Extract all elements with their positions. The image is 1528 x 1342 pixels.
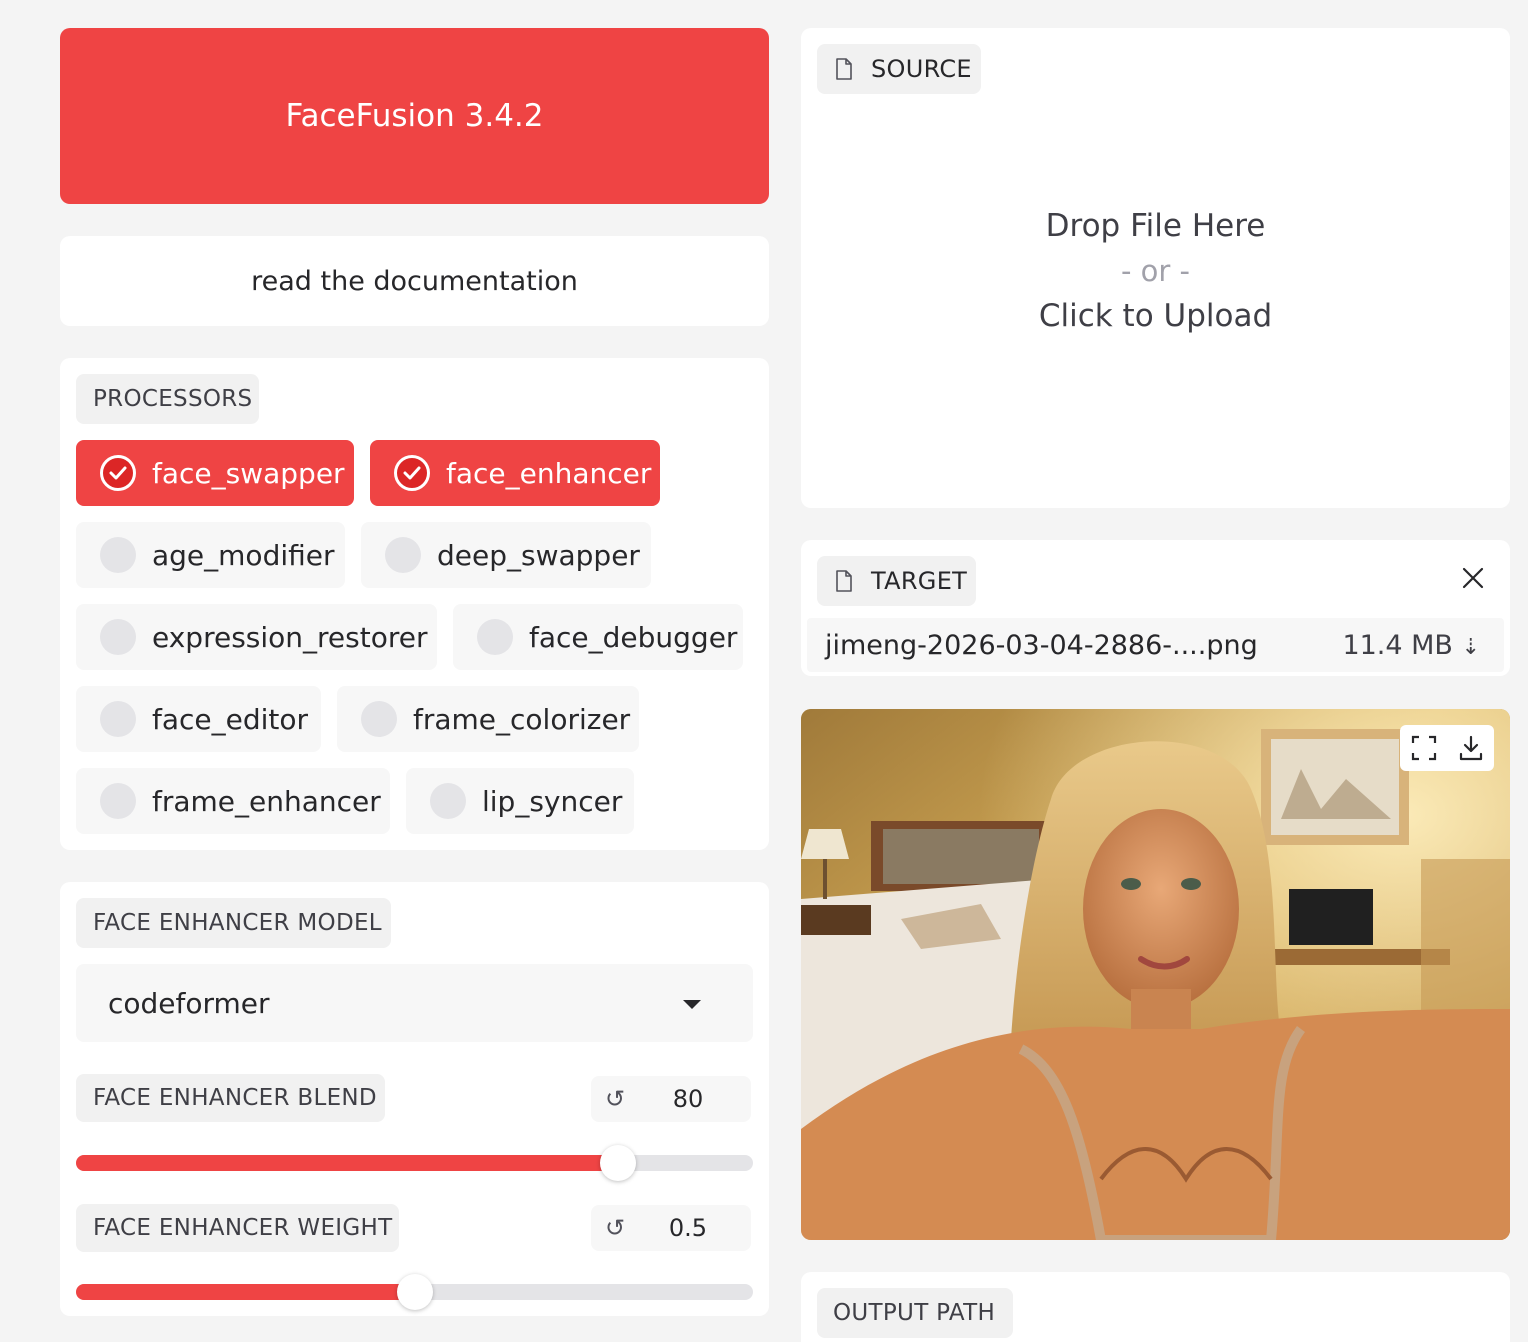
processor-face-debugger[interactable]: face_debugger	[453, 604, 743, 670]
slider-thumb[interactable]	[600, 1145, 636, 1181]
close-icon[interactable]	[1461, 566, 1485, 590]
app-title-banner: FaceFusion 3.4.2	[60, 28, 769, 204]
face-enhancer-blend-label-text: FACE ENHANCER BLEND	[93, 1085, 377, 1111]
check-icon	[100, 455, 136, 491]
face-enhancer-weight-slider[interactable]	[76, 1274, 753, 1310]
processors-label: PROCESSORS	[76, 374, 259, 424]
checkbox-circle	[100, 783, 136, 819]
face-enhancer-blend-number[interactable]: ↺ 80	[591, 1076, 751, 1122]
checkbox-circle	[361, 701, 397, 737]
processor-expression-restorer[interactable]: expression_restorer	[76, 604, 437, 670]
processor-label: frame_colorizer	[413, 702, 631, 736]
face-enhancer-model-select[interactable]: codeformer	[76, 964, 753, 1042]
slider-thumb[interactable]	[397, 1274, 433, 1310]
drop-file-text: Drop File Here	[1045, 208, 1266, 244]
face-enhancer-model-value: codeformer	[108, 986, 270, 1020]
processor-lip-syncer[interactable]: lip_syncer	[406, 768, 634, 834]
reset-icon[interactable]: ↺	[591, 1085, 639, 1113]
processor-label: face_debugger	[529, 620, 738, 654]
download-small-icon[interactable]: ⇣	[1462, 635, 1480, 660]
fullscreen-icon[interactable]	[1411, 735, 1437, 761]
download-icon[interactable]	[1458, 735, 1484, 761]
processors-label-text: PROCESSORS	[93, 386, 253, 412]
file-icon	[836, 570, 852, 592]
target-file-size[interactable]: 11.4 MB ⇣	[1342, 630, 1504, 661]
processor-face-editor[interactable]: face_editor	[76, 686, 321, 752]
docs-link-label: read the documentation	[251, 265, 578, 297]
face-enhancer-model-label-text: FACE ENHANCER MODEL	[93, 910, 382, 936]
checkbox-circle	[385, 537, 421, 573]
checkbox-circle	[477, 619, 513, 655]
target-label-text: TARGET	[871, 567, 968, 595]
target-image-preview	[801, 709, 1510, 1240]
face-enhancer-weight-value[interactable]: 0.5	[639, 1214, 751, 1242]
processor-label: deep_swapper	[437, 538, 640, 572]
reset-icon[interactable]: ↺	[591, 1214, 639, 1242]
file-icon	[836, 58, 852, 80]
source-label: SOURCE	[817, 44, 981, 94]
processor-label: face_enhancer	[446, 456, 652, 490]
processor-label: age_modifier	[152, 538, 335, 572]
target-label: TARGET	[817, 556, 976, 606]
output-path-label-text: OUTPUT PATH	[833, 1300, 996, 1326]
processor-label: lip_syncer	[482, 784, 623, 818]
face-enhancer-weight-number[interactable]: ↺ 0.5	[591, 1205, 751, 1251]
checkbox-circle	[430, 783, 466, 819]
file-size-text: 11.4 MB	[1342, 629, 1453, 661]
check-icon	[394, 455, 430, 491]
face-enhancer-panel: FACE ENHANCER MODEL codeformer FACE ENHA…	[60, 882, 769, 1316]
face-enhancer-blend-slider[interactable]	[76, 1145, 753, 1181]
processor-frame-enhancer[interactable]: frame_enhancer	[76, 768, 390, 834]
docs-link[interactable]: read the documentation	[60, 236, 769, 326]
processor-label: frame_enhancer	[152, 784, 381, 818]
click-upload-text: Click to Upload	[1038, 298, 1273, 334]
processor-label: expression_restorer	[152, 620, 428, 654]
target-file-name[interactable]: jimeng-2026-03-04-2886-....png	[807, 630, 1342, 661]
processors-panel: PROCESSORS face_swapper face_enhancer ag…	[60, 358, 769, 850]
checkbox-circle	[100, 619, 136, 655]
checkbox-circle	[100, 537, 136, 573]
target-image	[801, 709, 1510, 1240]
face-enhancer-model-label: FACE ENHANCER MODEL	[76, 898, 391, 948]
processor-face-swapper[interactable]: face_swapper	[76, 440, 354, 506]
face-enhancer-weight-label: FACE ENHANCER WEIGHT	[76, 1204, 399, 1252]
processor-deep-swapper[interactable]: deep_swapper	[361, 522, 651, 588]
processor-frame-colorizer[interactable]: frame_colorizer	[337, 686, 639, 752]
app-title: FaceFusion 3.4.2	[285, 98, 544, 134]
slider-fill	[76, 1284, 415, 1300]
image-toolbar	[1400, 725, 1494, 771]
processor-face-enhancer[interactable]: face_enhancer	[370, 440, 660, 506]
slider-fill	[76, 1155, 618, 1171]
face-enhancer-blend-value[interactable]: 80	[639, 1085, 751, 1113]
source-label-text: SOURCE	[871, 55, 972, 83]
target-file-row[interactable]: jimeng-2026-03-04-2886-....png 11.4 MB ⇣	[807, 618, 1504, 672]
face-enhancer-blend-label: FACE ENHANCER BLEND	[76, 1074, 385, 1122]
processor-label: face_swapper	[152, 456, 345, 490]
processor-age-modifier[interactable]: age_modifier	[76, 522, 345, 588]
or-text: - or -	[1120, 254, 1191, 288]
processor-label: face_editor	[152, 702, 309, 736]
output-path-panel: OUTPUT PATH	[801, 1272, 1510, 1342]
caret-down-icon	[683, 1000, 701, 1009]
source-panel: SOURCE Drop File Here - or - Click to Up…	[801, 28, 1510, 508]
source-dropzone[interactable]: Drop File Here - or - Click to Upload	[801, 208, 1510, 334]
output-path-label: OUTPUT PATH	[817, 1288, 1013, 1338]
checkbox-circle	[100, 701, 136, 737]
face-enhancer-weight-label-text: FACE ENHANCER WEIGHT	[93, 1215, 393, 1241]
target-panel: TARGET jimeng-2026-03-04-2886-....png 11…	[801, 540, 1510, 676]
